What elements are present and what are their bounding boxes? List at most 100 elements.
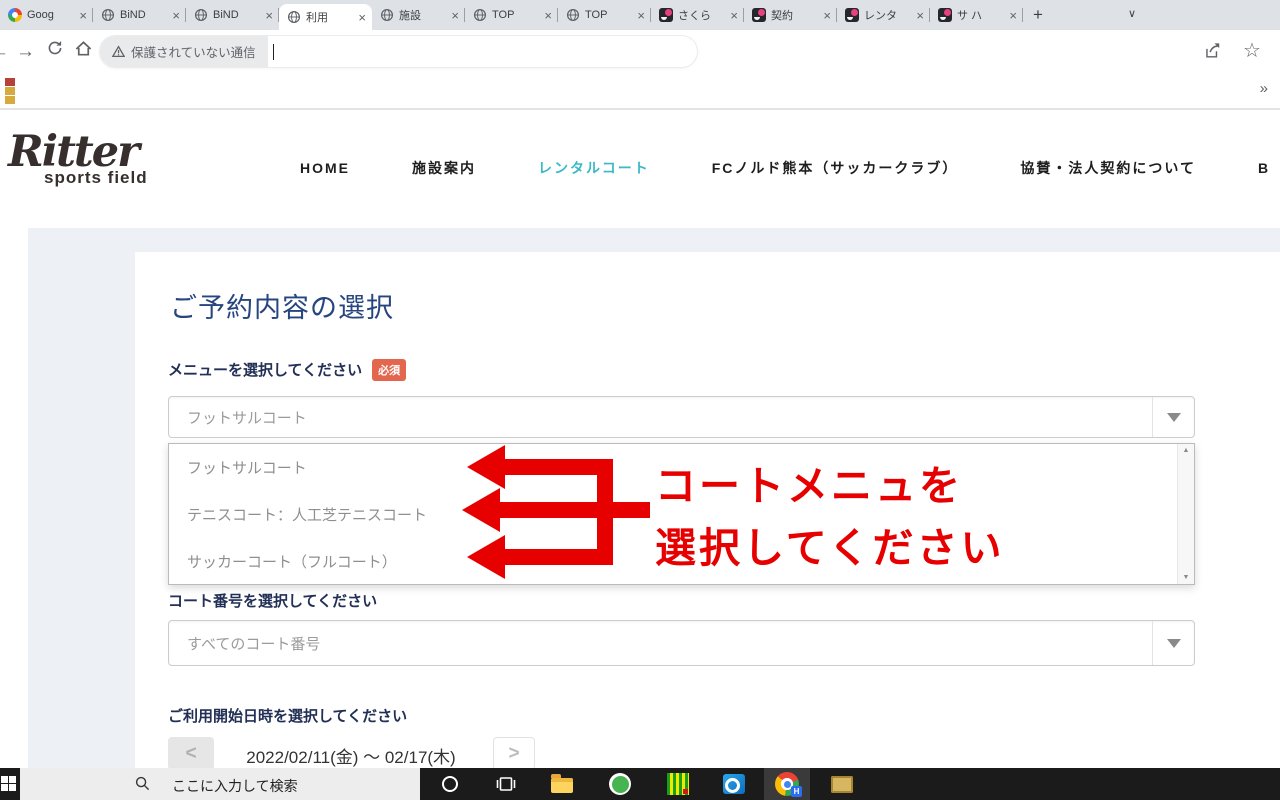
next-week-button[interactable]: > <box>493 737 535 770</box>
bookmark-favicon[interactable] <box>5 96 15 104</box>
close-icon[interactable]: × <box>913 8 924 23</box>
nav-item-fc-nord[interactable]: FCノルド熊本（サッカークラブ） <box>712 158 959 178</box>
screen: Goog × BiND × BiND × 利用 × 施設 × TOP × <box>0 0 1280 800</box>
dropdown-scrollbar[interactable]: ▲ ▼ <box>1177 444 1194 584</box>
search-icon <box>135 776 150 791</box>
browser-toolbar: ← → 保護されていない通信 ☆ <box>0 30 1280 74</box>
new-tab-button[interactable]: + <box>1023 0 1053 30</box>
browser-tab[interactable]: レンタ × <box>837 0 930 30</box>
close-icon[interactable]: × <box>634 8 645 23</box>
tab-title: 利用 <box>306 9 355 25</box>
sakura-favicon-icon <box>938 8 952 22</box>
annotation-arrow-icon <box>467 535 505 579</box>
close-icon[interactable]: × <box>820 8 831 23</box>
nav-item-home[interactable]: HOME <box>300 160 350 176</box>
nav-item-partial[interactable]: B <box>1258 160 1270 176</box>
close-icon[interactable]: × <box>76 8 87 23</box>
chrome-taskbar-active[interactable]: H <box>764 768 810 800</box>
close-icon[interactable]: × <box>448 8 459 23</box>
menu-select-value: フットサルコート <box>187 407 307 428</box>
windows-taskbar: ここに入力して検索 H 10°C ∧ あ <box>0 768 1280 800</box>
back-icon[interactable]: ← <box>0 40 9 64</box>
bookmark-favicon[interactable] <box>5 78 15 86</box>
outlook-icon[interactable] <box>714 768 754 800</box>
browser-tab[interactable]: 契約 × <box>744 0 837 30</box>
close-icon[interactable]: × <box>727 8 738 23</box>
menu-label-text: メニューを選択してください <box>168 362 362 379</box>
text-cursor <box>273 44 275 60</box>
sakura-favicon-icon <box>752 8 766 22</box>
browser-tab[interactable]: Goog × <box>0 0 93 30</box>
file-explorer-icon[interactable] <box>542 768 582 800</box>
globe-favicon-icon <box>101 8 115 22</box>
task-view-icon[interactable] <box>486 768 526 800</box>
tab-title: さくら <box>678 7 727 23</box>
scroll-up-icon[interactable]: ▲ <box>1178 447 1194 454</box>
bookmark-star-icon[interactable]: ☆ <box>1243 39 1261 63</box>
globe-favicon-icon <box>287 10 301 24</box>
close-icon[interactable]: × <box>169 8 180 23</box>
security-chip[interactable]: 保護されていない通信 <box>100 36 268 67</box>
address-bar[interactable]: 保護されていない通信 <box>100 36 697 67</box>
stamp-app-icon[interactable] <box>822 768 862 800</box>
tab-title: BiND <box>120 9 169 21</box>
page-title: ご予約内容の選択 <box>170 286 394 325</box>
globe-favicon-icon <box>194 8 208 22</box>
browser-tab-active[interactable]: 利用 × <box>279 4 372 30</box>
tab-title: 施設 <box>399 7 448 23</box>
menu-select[interactable]: フットサルコート <box>168 396 1195 438</box>
browser-tab[interactable]: BiND × <box>93 0 186 30</box>
tab-title: レンタ <box>864 7 913 23</box>
logo-subtitle: sports field <box>44 168 148 188</box>
court-number-label: コート番号を選択してください <box>168 590 377 611</box>
tab-title: サ ハ <box>957 7 1006 23</box>
browser-tab-strip: Goog × BiND × BiND × 利用 × 施設 × TOP × <box>0 0 1280 30</box>
home-icon[interactable] <box>74 39 93 65</box>
warning-icon <box>112 45 125 58</box>
dropdown-arrow-icon[interactable] <box>1152 397 1194 437</box>
share-icon[interactable] <box>1203 41 1222 67</box>
tab-title: TOP <box>585 9 634 21</box>
court-select-value: すべてのコート番号 <box>187 633 320 654</box>
nav-item-facilities[interactable]: 施設案内 <box>412 158 476 178</box>
date-range-text: 2022/02/11(金) ～ 02/17(木) <box>214 743 488 768</box>
nav-item-rental-court[interactable]: レンタルコート <box>538 158 650 178</box>
reload-icon[interactable] <box>46 39 64 64</box>
cortana-icon[interactable] <box>430 768 470 800</box>
browser-tab[interactable]: TOP × <box>465 0 558 30</box>
tab-title: 契約 <box>771 7 820 23</box>
close-icon[interactable]: × <box>1006 8 1017 23</box>
site-logo[interactable]: Ritter sports field <box>8 130 148 188</box>
browser-tab[interactable]: TOP × <box>558 0 651 30</box>
bookmark-favicon[interactable] <box>5 87 15 95</box>
site-navigation: HOME 施設案内 レンタルコート FCノルド熊本（サッカークラブ） 協賛・法人… <box>300 158 1280 178</box>
accounting-app-icon[interactable] <box>658 768 698 800</box>
annotation-arrow-connector <box>597 459 613 565</box>
tab-overflow-chevron-icon[interactable]: ∨ <box>1128 7 1136 20</box>
close-icon[interactable]: × <box>355 10 366 25</box>
toolbar-divider <box>0 108 1280 110</box>
menu-field-label: メニューを選択してください必須 <box>168 359 406 381</box>
browser-tab[interactable]: BiND × <box>186 0 279 30</box>
annotation-arrow-icon <box>467 445 505 489</box>
tab-title: BiND <box>213 9 262 21</box>
forward-icon[interactable]: → <box>16 40 35 64</box>
browser-tab[interactable]: サ ハ × <box>930 0 1023 30</box>
browser-tab[interactable]: さくら × <box>651 0 744 30</box>
previous-week-button[interactable]: < <box>168 737 214 770</box>
taskbar-search-box[interactable]: ここに入力して検索 <box>20 768 420 800</box>
search-placeholder: ここに入力して検索 <box>172 776 298 796</box>
close-icon[interactable]: × <box>541 8 552 23</box>
scroll-down-icon[interactable]: ▼ <box>1178 574 1194 581</box>
start-button[interactable] <box>1 776 17 792</box>
browser-tab[interactable]: 施設 × <box>372 0 465 30</box>
evernote-icon[interactable] <box>600 768 640 800</box>
dropdown-arrow-icon[interactable] <box>1152 621 1194 665</box>
bookmarks-overflow-icon[interactable]: » <box>1260 80 1268 97</box>
tab-title: TOP <box>492 9 541 21</box>
annotation-text-line1: コートメニュを <box>655 452 963 512</box>
court-number-select[interactable]: すべてのコート番号 <box>168 620 1195 666</box>
close-icon[interactable]: × <box>262 8 273 23</box>
nav-item-sponsor[interactable]: 協賛・法人契約について <box>1020 158 1196 178</box>
globe-favicon-icon <box>473 8 487 22</box>
